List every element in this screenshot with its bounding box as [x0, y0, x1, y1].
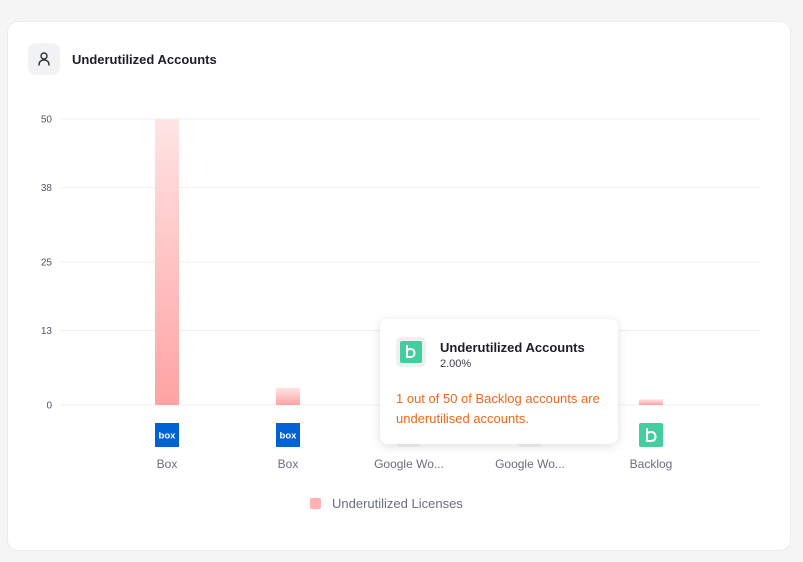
category-label: Backlog: [630, 457, 673, 471]
bar-5: [639, 399, 663, 405]
legend-label: Underutilized Licenses: [332, 496, 463, 511]
chart-tooltip: Underutilized Accounts 2.00% 1 out of 50…: [380, 319, 618, 444]
chart-legend[interactable]: Underutilized Licenses: [310, 496, 463, 511]
svg-text:box: box: [280, 431, 298, 442]
tooltip-percent: 2.00%: [440, 358, 472, 370]
category-label: Box: [157, 457, 178, 471]
category-label: Google Wo...: [495, 457, 565, 471]
box-logo-icon: box: [155, 423, 179, 447]
y-tick-label: 38: [41, 183, 53, 194]
y-tick-label: 0: [46, 401, 52, 412]
tooltip-message: 1 out of 50 of Backlog accounts are unde…: [396, 391, 600, 426]
tooltip-title: Underutilized Accounts: [440, 340, 585, 355]
bar-1: [155, 119, 179, 405]
bar-2: [276, 387, 300, 405]
y-tick-label: 50: [41, 115, 53, 126]
svg-text:box: box: [159, 431, 177, 442]
box-logo-icon: box: [276, 423, 300, 447]
backlog-logo-icon: [639, 423, 663, 447]
category-label: Box: [278, 457, 299, 471]
bar-chart: 503825130 boxBoxboxBoxGGoogle Wo...GGoog…: [41, 115, 760, 471]
legend-swatch: [310, 498, 321, 509]
backlog-logo-icon: [396, 337, 426, 367]
y-tick-label: 25: [41, 258, 53, 269]
y-tick-label: 13: [41, 326, 53, 337]
category-label: Google Wo...: [374, 457, 444, 471]
